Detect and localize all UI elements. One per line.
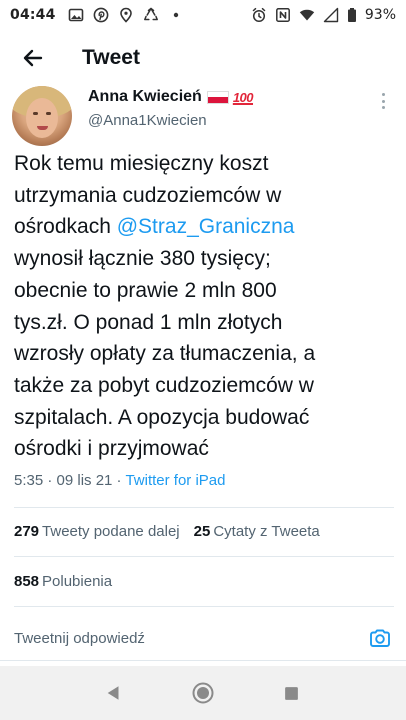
back-arrow-icon: [23, 49, 43, 67]
author-info: Anna Kwiecień 100 @Anna1Kwiecien: [88, 86, 254, 129]
quotes-stat[interactable]: 25 Cytaty z Tweeta: [194, 523, 320, 540]
nav-home-button[interactable]: [188, 678, 218, 708]
divider: [14, 507, 394, 508]
reply-bar[interactable]: Tweetnij odpowiedź: [14, 616, 394, 660]
tweet-line: ośrodki i przyjmować: [14, 437, 209, 461]
retweet-quote-stats: 279 Tweety podane dalej 25 Cytaty z Tweeta: [14, 523, 320, 540]
likes-stats: 858 Polubienia: [14, 573, 112, 590]
divider: [0, 660, 406, 661]
tweet-line: tys.zł. O ponad 1 mln złotych: [14, 310, 283, 334]
divider: [14, 606, 394, 607]
author-name-row[interactable]: Anna Kwiecień 100: [88, 88, 254, 106]
tweet-line: obecnie to prawie 2 mln 800: [14, 278, 277, 302]
status-bar: 04:44 93%: [0, 0, 406, 30]
poland-flag-icon: [206, 90, 229, 104]
battery-percent: 93%: [364, 7, 396, 23]
mention-link[interactable]: @Straz_Graniczna: [117, 215, 295, 238]
hundred-points-icon: 100: [232, 89, 254, 105]
likes-count: 858: [14, 573, 40, 590]
retweets-stat[interactable]: 279 Tweety podane dalej: [14, 523, 180, 540]
page-title: Tweet: [82, 46, 140, 69]
status-time: 04:44: [10, 7, 56, 23]
tweet-line: także za pobyt cudzoziemców w: [14, 373, 314, 397]
app-bar: Tweet: [0, 30, 406, 86]
system-icons: 93%: [251, 7, 396, 23]
tweet-line: wzrosły opłaty za tłumaczenia, a: [14, 342, 316, 366]
camera-icon: [370, 629, 390, 647]
quotes-label: Cytaty z Tweeta: [213, 523, 320, 540]
nfc-icon: [275, 7, 291, 23]
tweet-author: Anna Kwiecień 100 @Anna1Kwiecien: [12, 86, 394, 146]
camera-button[interactable]: [366, 624, 394, 652]
author-name: Anna Kwiecień: [88, 88, 202, 105]
signal-icon: [323, 7, 339, 23]
tweet-line: utrzymania cudzoziemców w: [14, 183, 282, 207]
divider: [14, 556, 394, 557]
more-options-icon[interactable]: [376, 90, 390, 112]
likes-stat[interactable]: 858 Polubienia: [14, 573, 112, 590]
reply-input[interactable]: Tweetnij odpowiedź: [14, 630, 145, 647]
location-icon: [118, 7, 134, 23]
tweet-line: wynosił łącznie 380 tysięcy;: [14, 247, 271, 271]
quotes-count: 25: [193, 523, 211, 540]
tweet-line: szpitalach. A opozycja budować: [14, 405, 310, 429]
author-handle[interactable]: @Anna1Kwiecien: [88, 112, 253, 129]
system-nav-bar: [0, 666, 406, 720]
dot-icon: [168, 7, 184, 23]
tweet-line: ośrodkach @Straz_Graniczna: [14, 211, 398, 243]
image-icon: [68, 7, 84, 23]
tweet-source-link[interactable]: Twitter for iPad: [125, 472, 225, 489]
triangle-back-icon: [108, 686, 119, 700]
retweets-count: 279: [14, 523, 40, 540]
tweet-meta: 5:35 · 09 lis 21 · Twitter for iPad: [14, 472, 226, 489]
tweet-line-text: ośrodkach: [14, 215, 117, 239]
tweet-line: Rok temu miesięczny koszt: [14, 152, 269, 175]
back-button[interactable]: [18, 43, 48, 73]
home-circle-icon: [192, 682, 214, 704]
likes-label: Polubienia: [42, 573, 113, 590]
tweet-text: Rok temu miesięczny koszt utrzymania cud…: [14, 148, 398, 465]
pinterest-icon: [93, 7, 109, 23]
tweet-timestamp: 5:35 · 09 lis 21 ·: [14, 472, 126, 489]
nav-recents-button[interactable]: [277, 678, 307, 708]
wifi-icon: [299, 7, 315, 23]
alarm-icon: [251, 7, 267, 23]
nav-back-button[interactable]: [99, 678, 129, 708]
recycle-icon: [143, 7, 159, 23]
square-recents-icon: [285, 686, 299, 700]
notification-icons: [68, 7, 184, 23]
avatar[interactable]: [12, 86, 72, 146]
retweets-label: Tweety podane dalej: [42, 523, 180, 540]
battery-icon: [347, 7, 357, 23]
tweet-screen: 04:44 93% Tweet Anna Kwiecień 100 @Anna1…: [0, 0, 406, 720]
